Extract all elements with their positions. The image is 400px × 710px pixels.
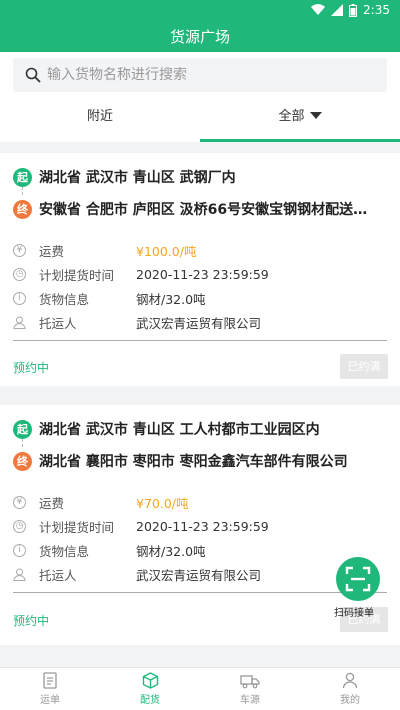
- search-box[interactable]: [13, 58, 387, 92]
- tab-nearby-label: 附近: [86, 109, 113, 124]
- person-icon: [342, 672, 358, 689]
- nav-item-vehicles[interactable]: 车源: [200, 668, 300, 710]
- status-time: 2:35: [363, 3, 390, 17]
- person-icon: [13, 316, 26, 329]
- route-connector: [22, 187, 23, 195]
- cargo-info-label: 货物信息: [39, 292, 90, 307]
- truck-icon: [240, 674, 260, 688]
- nav-label: 车源: [240, 694, 260, 706]
- shipper-row: 托运人 武汉宏青运贸有限公司: [13, 313, 261, 332]
- cargo-info-row: i 货物信息 钢材/32.0吨: [13, 541, 206, 560]
- nav-label: 配货: [140, 695, 160, 706]
- cargo-info-label: 货物信息: [39, 544, 90, 559]
- search-input[interactable]: [47, 67, 367, 83]
- start-badge: 起: [13, 167, 32, 187]
- card-divider: [13, 592, 387, 593]
- status-badge: 预约中: [13, 361, 50, 375]
- cargo-info-value: 钢材/32.0吨: [136, 544, 206, 559]
- document-icon: [43, 672, 57, 689]
- box-icon: [142, 672, 158, 689]
- bottom-nav: 运单 配货 车源 我的: [0, 667, 400, 710]
- shipper-value: 武汉宏青运贸有限公司: [136, 568, 262, 583]
- card-divider: [13, 340, 387, 341]
- route-connector: [22, 439, 23, 447]
- yuan-icon: ¥: [13, 496, 26, 509]
- yuan-icon: ¥: [13, 244, 26, 257]
- nav-label: 我的: [340, 695, 360, 706]
- destination-address: 安徽省 合肥市 庐阳区 汲桥66号安徽宝钢钢材配送…: [39, 202, 368, 218]
- tab-nearby[interactable]: 附近: [0, 98, 200, 142]
- freight-row: ¥ 运费 ¥70.0/吨: [13, 493, 189, 512]
- pickup-time-label: 计划提货时间: [39, 268, 115, 283]
- end-badge: 终: [13, 199, 32, 219]
- destination-row: 终 湖北省 襄阳市 枣阳市 枣阳金鑫汽车部件有限公司: [13, 451, 348, 471]
- search-bar: [0, 52, 400, 98]
- tab-all[interactable]: 全部: [200, 98, 400, 142]
- freight-value: ¥100.0/吨: [136, 244, 197, 259]
- freight-value: ¥70.0/吨: [136, 496, 189, 511]
- cargo-info-value: 钢材/32.0吨: [136, 292, 206, 307]
- info-icon: i: [13, 544, 26, 557]
- destination-row: 终 安徽省 合肥市 庐阳区 汲桥66号安徽宝钢钢材配送…: [13, 199, 367, 219]
- tab-all-label: 全部: [278, 109, 305, 124]
- battery-icon: [349, 3, 358, 17]
- cargo-info-row: i 货物信息 钢材/32.0吨: [13, 289, 206, 308]
- start-badge: 起: [13, 419, 32, 439]
- pickup-time-label: 计划提货时间: [39, 520, 115, 535]
- shipper-row: 托运人 武汉宏青运贸有限公司: [13, 565, 261, 584]
- wifi-icon: [311, 4, 326, 16]
- freight-label: 运费: [39, 496, 65, 511]
- destination-address: 湖北省 襄阳市 枣阳市 枣阳金鑫汽车部件有限公司: [39, 454, 348, 470]
- shipper-value: 武汉宏青运贸有限公司: [136, 316, 262, 331]
- filter-tabs: 附近 全部: [0, 98, 400, 142]
- status-badge: 预约中: [13, 614, 50, 628]
- origin-row: 起 湖北省 武汉市 青山区 工人村都市工业园区内: [13, 419, 320, 439]
- info-icon: i: [13, 292, 26, 305]
- shipper-label: 托运人: [39, 316, 77, 331]
- pickup-time-value: 2020-11-23 23:59:59: [136, 267, 269, 282]
- search-icon: [25, 67, 41, 83]
- clock-icon: ◷: [13, 520, 26, 533]
- origin-address: 湖北省 武汉市 青山区 武钢厂内: [39, 170, 236, 186]
- nav-item-waybill[interactable]: 运单: [0, 668, 100, 710]
- booked-full-button[interactable]: 已约满: [340, 354, 388, 379]
- cargo-card[interactable]: 起 湖北省 武汉市 青山区 武钢厂内 终 安徽省 合肥市 庐阳区 汲桥66号安徽…: [0, 153, 400, 386]
- pickup-time-row: ◷ 计划提货时间 2020-11-23 23:59:59: [13, 517, 269, 536]
- person-icon: [13, 568, 26, 581]
- status-icons: 2:35: [311, 3, 390, 17]
- freight-row: ¥ 运费 ¥100.0/吨: [13, 241, 196, 260]
- nav-item-dispatch[interactable]: 配货: [100, 668, 200, 710]
- status-bar: 2:35: [0, 0, 400, 22]
- signal-icon: [331, 4, 344, 16]
- scan-button[interactable]: [336, 557, 380, 601]
- end-badge: 终: [13, 451, 32, 471]
- nav-item-profile[interactable]: 我的: [300, 668, 400, 710]
- clock-icon: ◷: [13, 268, 26, 281]
- triangle-down-icon: [309, 112, 322, 119]
- pickup-time-row: ◷ 计划提货时间 2020-11-23 23:59:59: [13, 265, 269, 284]
- nav-label: 运单: [40, 695, 60, 706]
- pickup-time-value: 2020-11-23 23:59:59: [136, 519, 269, 534]
- freight-label: 运费: [39, 244, 65, 259]
- origin-address: 湖北省 武汉市 青山区 工人村都市工业园区内: [39, 422, 320, 438]
- scan-icon: [345, 566, 371, 592]
- page-title: 货源广场: [0, 22, 400, 52]
- scan-label: 扫码接单: [334, 608, 374, 619]
- shipper-label: 托运人: [39, 568, 77, 583]
- origin-row: 起 湖北省 武汉市 青山区 武钢厂内: [13, 167, 236, 187]
